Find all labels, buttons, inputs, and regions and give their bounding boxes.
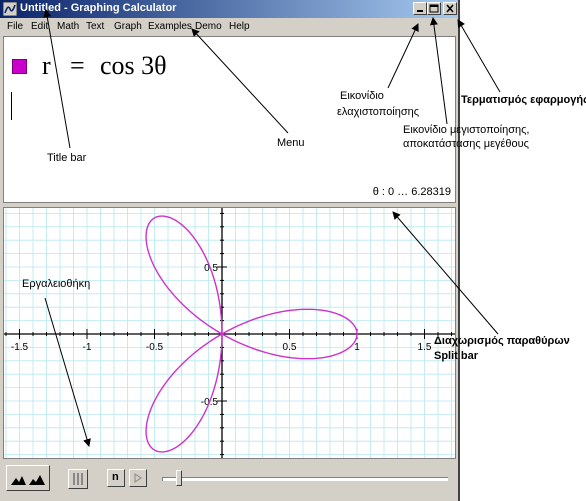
x-tick-label: 0.5 xyxy=(283,342,297,353)
window-title: Untitled - Graphing Calculator xyxy=(20,2,177,14)
x-tick-label: 1 xyxy=(354,342,360,353)
graph-pane[interactable]: -1.5 -1 -0.5 0.5 1 1.5 0.5 -0.5 xyxy=(3,207,456,459)
menu-examples[interactable]: Examples xyxy=(148,21,192,32)
arrow-close xyxy=(457,19,501,93)
slider-thumb[interactable] xyxy=(176,470,182,486)
label-maximize-2: αποκατάστασης μεγέθους xyxy=(403,138,529,150)
maximize-icon xyxy=(429,4,439,13)
menu-edit[interactable]: Edit xyxy=(31,21,48,32)
equation-lhs[interactable]: r xyxy=(42,51,51,81)
mountain-graph-icon xyxy=(11,475,45,485)
label-split-gr: Διαχωρισμός παραθύρων xyxy=(434,335,570,347)
graph-plot[interactable]: -1.5 -1 -0.5 0.5 1 1.50.5-0.5 xyxy=(4,208,455,458)
label-toolbar: Εργαλειοθήκη xyxy=(22,278,91,290)
menu-math[interactable]: Math xyxy=(57,21,79,32)
n-button-label: n xyxy=(112,471,119,483)
x-tick-label: -1 xyxy=(83,342,92,353)
menu-graph[interactable]: Graph xyxy=(114,21,142,32)
minimize-button[interactable] xyxy=(413,2,427,15)
play-icon xyxy=(134,473,142,483)
label-split-en: Split bar xyxy=(434,350,479,362)
menu-bar: File Edit Math Text Graph Examples Demo … xyxy=(0,18,458,35)
menu-demo[interactable]: Demo xyxy=(195,21,222,32)
n-button[interactable]: n xyxy=(107,469,125,487)
x-tick-label: -1.5 xyxy=(11,342,29,353)
toolbar: n xyxy=(3,461,456,498)
application-window: Untitled - Graphing Calculator File Edit… xyxy=(0,0,460,501)
layout-button[interactable] xyxy=(68,469,88,489)
menu-help[interactable]: Help xyxy=(229,21,250,32)
x-tick-label: -0.5 xyxy=(146,342,164,353)
maximize-button[interactable] xyxy=(427,2,441,15)
equation-color-swatch[interactable] xyxy=(12,59,27,74)
label-maximize-1: Εικονίδιο μεγιστοποίησης, xyxy=(403,124,530,136)
minimize-icon xyxy=(417,10,423,12)
title-bar[interactable]: Untitled - Graphing Calculator xyxy=(0,0,458,18)
range-readout: θ : 0 … 6.28319 xyxy=(372,186,451,198)
app-icon xyxy=(3,2,17,16)
equation-rhs[interactable]: cos 3θ xyxy=(100,51,167,81)
label-close: Τερματισμός εφαρμογής xyxy=(461,94,586,106)
slider-track[interactable] xyxy=(162,477,448,481)
bars-icon xyxy=(73,473,83,485)
close-icon xyxy=(446,4,454,13)
label-menu: Menu xyxy=(277,137,305,149)
text-cursor xyxy=(11,92,12,120)
play-button[interactable] xyxy=(129,469,147,487)
label-title-bar: Title bar xyxy=(47,152,87,164)
equation-equals[interactable]: = xyxy=(70,51,85,81)
x-tick-label: 1.5 xyxy=(418,342,432,353)
menu-text[interactable]: Text xyxy=(86,21,104,32)
close-button[interactable] xyxy=(443,2,457,15)
label-minimize-1: Εικονίδιο xyxy=(340,90,384,102)
graph-style-button[interactable] xyxy=(6,465,50,491)
menu-file[interactable]: File xyxy=(7,21,23,32)
equation-editor[interactable]: r = cos 3θ θ : 0 … 6.28319 xyxy=(3,36,456,203)
label-minimize-2: ελαχιστοποίησης xyxy=(337,106,420,118)
